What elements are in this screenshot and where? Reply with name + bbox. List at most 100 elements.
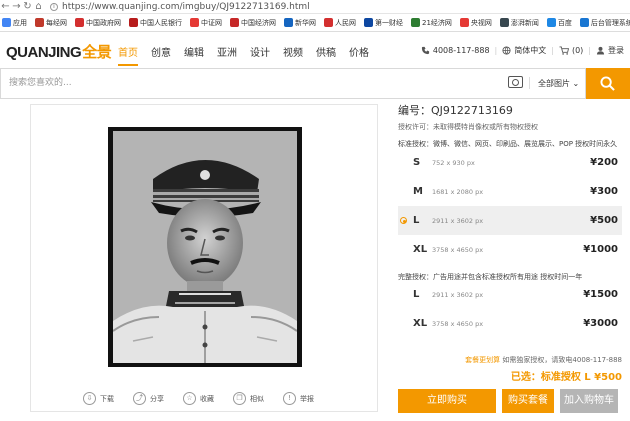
home-icon[interactable]: ⌂ — [33, 1, 44, 12]
image-tool-button[interactable]: ⇩ 下载 — [83, 392, 114, 405]
site-header: QUANJING全景 首页 创意 编辑 亚洲 设计 视频 供稿 价格 4008-117-888… — [0, 32, 630, 68]
bookmark-item[interactable]: 澎湃新闻 — [499, 18, 539, 28]
site-info-icon[interactable]: i — [50, 2, 58, 11]
image-tool-button[interactable]: ⤴ 分享 — [133, 392, 164, 405]
selected-summary: 已选：标准授权 L ¥500 — [510, 372, 622, 383]
bookmark-favicon-icon — [2, 18, 11, 27]
size-option-row[interactable]: M 1681 x 2080 px ¥300 — [398, 177, 622, 206]
bookmark-item[interactable]: 后台管理系统 — [579, 18, 630, 28]
back-icon[interactable]: ← — [0, 1, 11, 12]
size-radio[interactable] — [400, 246, 407, 253]
size-radio[interactable] — [400, 320, 407, 327]
nav-item[interactable]: 首页 — [118, 44, 138, 66]
image-tool-button[interactable]: ❐ 相似 — [233, 392, 264, 405]
size-radio[interactable] — [400, 291, 407, 298]
size-dimensions: 3758 x 4650 px — [432, 245, 484, 254]
reload-icon[interactable]: ↻ — [22, 1, 33, 12]
divider: | — [551, 46, 554, 55]
size-label: L — [413, 289, 420, 300]
cart-count[interactable]: (0) — [572, 46, 583, 55]
logo-cn-text: 全景 — [82, 44, 112, 61]
bookmark-favicon-icon — [75, 18, 84, 27]
image-tool-button[interactable]: ! 举报 — [283, 392, 314, 405]
nav-item[interactable]: 亚洲 — [217, 44, 237, 66]
category-select[interactable]: 全部图片 ⌄ — [538, 68, 579, 99]
size-price: ¥1500 — [583, 289, 618, 300]
bookmark-item[interactable]: 人民网 — [324, 18, 356, 28]
bookmark-item[interactable]: 新华网 — [284, 18, 316, 28]
search-input[interactable]: 搜索您喜欢的... — [0, 68, 586, 99]
image-toolbar: ⇩ 下载 ⤴ 分享 ☆ 收藏 ❐ 相似 ! 举报 — [83, 392, 333, 405]
image-tool-label: 举报 — [300, 394, 314, 403]
service-phone[interactable]: 4008-117-888 — [433, 46, 490, 55]
size-dimensions: 752 x 930 px — [432, 158, 475, 167]
bookmark-favicon-icon — [324, 18, 333, 27]
bookmark-label: 中证网 — [201, 18, 222, 27]
size-option-row[interactable]: XL 3758 x 4650 px ¥1000 — [398, 235, 622, 264]
size-radio[interactable] — [400, 217, 407, 224]
bookmark-favicon-icon — [190, 18, 199, 27]
forward-icon[interactable]: → — [11, 1, 22, 12]
bundle-hint-text: 如需独家授权，请致电4008-117-888 — [502, 356, 622, 364]
bookmark-favicon-icon — [499, 18, 509, 27]
nav-item[interactable]: 编辑 — [184, 44, 204, 66]
size-option-row[interactable]: XL 3758 x 4650 px ¥3000 — [398, 309, 622, 338]
nav-item[interactable]: 价格 — [349, 44, 369, 66]
bookmark-item[interactable]: 应用 — [2, 18, 27, 28]
nav-item[interactable]: 供稿 — [316, 44, 336, 66]
search-button[interactable] — [586, 68, 630, 99]
bookmark-label: 第一财经 — [375, 18, 403, 27]
size-option-row[interactable]: S 752 x 930 px ¥200 — [398, 148, 622, 177]
bookmark-item[interactable]: 中证网 — [190, 18, 222, 28]
language-switch[interactable]: 简体中文 — [514, 45, 546, 56]
header-utilities: 4008-117-888 | 简体中文 | (0) | 登录 — [421, 45, 624, 56]
image-tool-button[interactable]: ☆ 收藏 — [183, 392, 214, 405]
size-dimensions: 2911 x 3602 px — [432, 216, 484, 225]
bundle-hint-tag[interactable]: 套餐更划算 — [465, 356, 500, 364]
buy-now-button[interactable]: 立即购买 — [398, 389, 496, 413]
camera-icon[interactable] — [508, 76, 523, 88]
image-code: 编号：QJ9122713169 — [398, 104, 513, 117]
bookmark-favicon-icon — [364, 18, 373, 27]
bookmark-item[interactable]: 中国经济网 — [230, 18, 276, 28]
preview-photo[interactable] — [108, 127, 302, 367]
bookmark-item[interactable]: 百度 — [546, 18, 572, 28]
divider: | — [588, 46, 591, 55]
similar-icon: ❐ — [233, 392, 246, 405]
bookmark-label: 中国政府网 — [86, 18, 121, 27]
size-option-row[interactable]: L 2911 x 3602 px ¥500 — [398, 206, 622, 235]
bookmark-item[interactable]: 中国政府网 — [75, 18, 121, 28]
bookmark-item[interactable]: 21经济网 — [411, 18, 452, 28]
bookmark-label: 人民网 — [335, 18, 356, 27]
bookmark-label: 后台管理系统 — [590, 18, 630, 27]
buy-bundle-button[interactable]: 购买套餐 — [502, 389, 554, 413]
nav-item[interactable]: 设计 — [250, 44, 270, 66]
nav-item[interactable]: 视频 — [283, 44, 303, 66]
globe-icon — [502, 46, 511, 55]
quanjing-logo[interactable]: QUANJING全景 — [6, 41, 112, 62]
bookmark-item[interactable]: 第一财经 — [364, 18, 403, 28]
bookmark-item[interactable]: 央视网 — [459, 18, 492, 28]
login-link[interactable]: 登录 — [608, 45, 624, 56]
license-permission: 授权许可：未取得模特肖像权或所有物权授权 — [398, 123, 538, 131]
size-label: S — [413, 157, 421, 168]
bookmark-item[interactable]: 中国人民银行 — [129, 18, 182, 28]
category-label: 全部图片 — [538, 79, 570, 88]
size-radio[interactable] — [400, 188, 407, 195]
nav-item[interactable]: 创意 — [151, 44, 171, 66]
size-option-row[interactable]: L 2911 x 3602 px ¥1500 — [398, 280, 622, 309]
bookmark-favicon-icon — [411, 18, 420, 27]
photo-frame — [113, 131, 297, 363]
share-icon: ⤴ — [133, 392, 146, 405]
main-nav: 首页 创意 编辑 亚洲 设计 视频 供稿 价格 — [118, 44, 382, 66]
chevron-down-icon: ⌄ — [572, 79, 580, 88]
bookmark-item[interactable]: 每经网 — [35, 18, 67, 28]
bookmark-favicon-icon — [459, 18, 469, 27]
image-tool-label: 分享 — [150, 394, 164, 403]
add-to-cart-button[interactable]: 加入购物车 — [560, 389, 618, 413]
bookmark-label: 中国经济网 — [241, 18, 276, 27]
cart-icon — [559, 46, 569, 55]
bookmark-label: 中国人民银行 — [140, 18, 182, 27]
size-radio[interactable] — [400, 159, 407, 166]
url-field[interactable]: https://www.quanjing.com/imgbuy/QJ912271… — [62, 2, 310, 12]
